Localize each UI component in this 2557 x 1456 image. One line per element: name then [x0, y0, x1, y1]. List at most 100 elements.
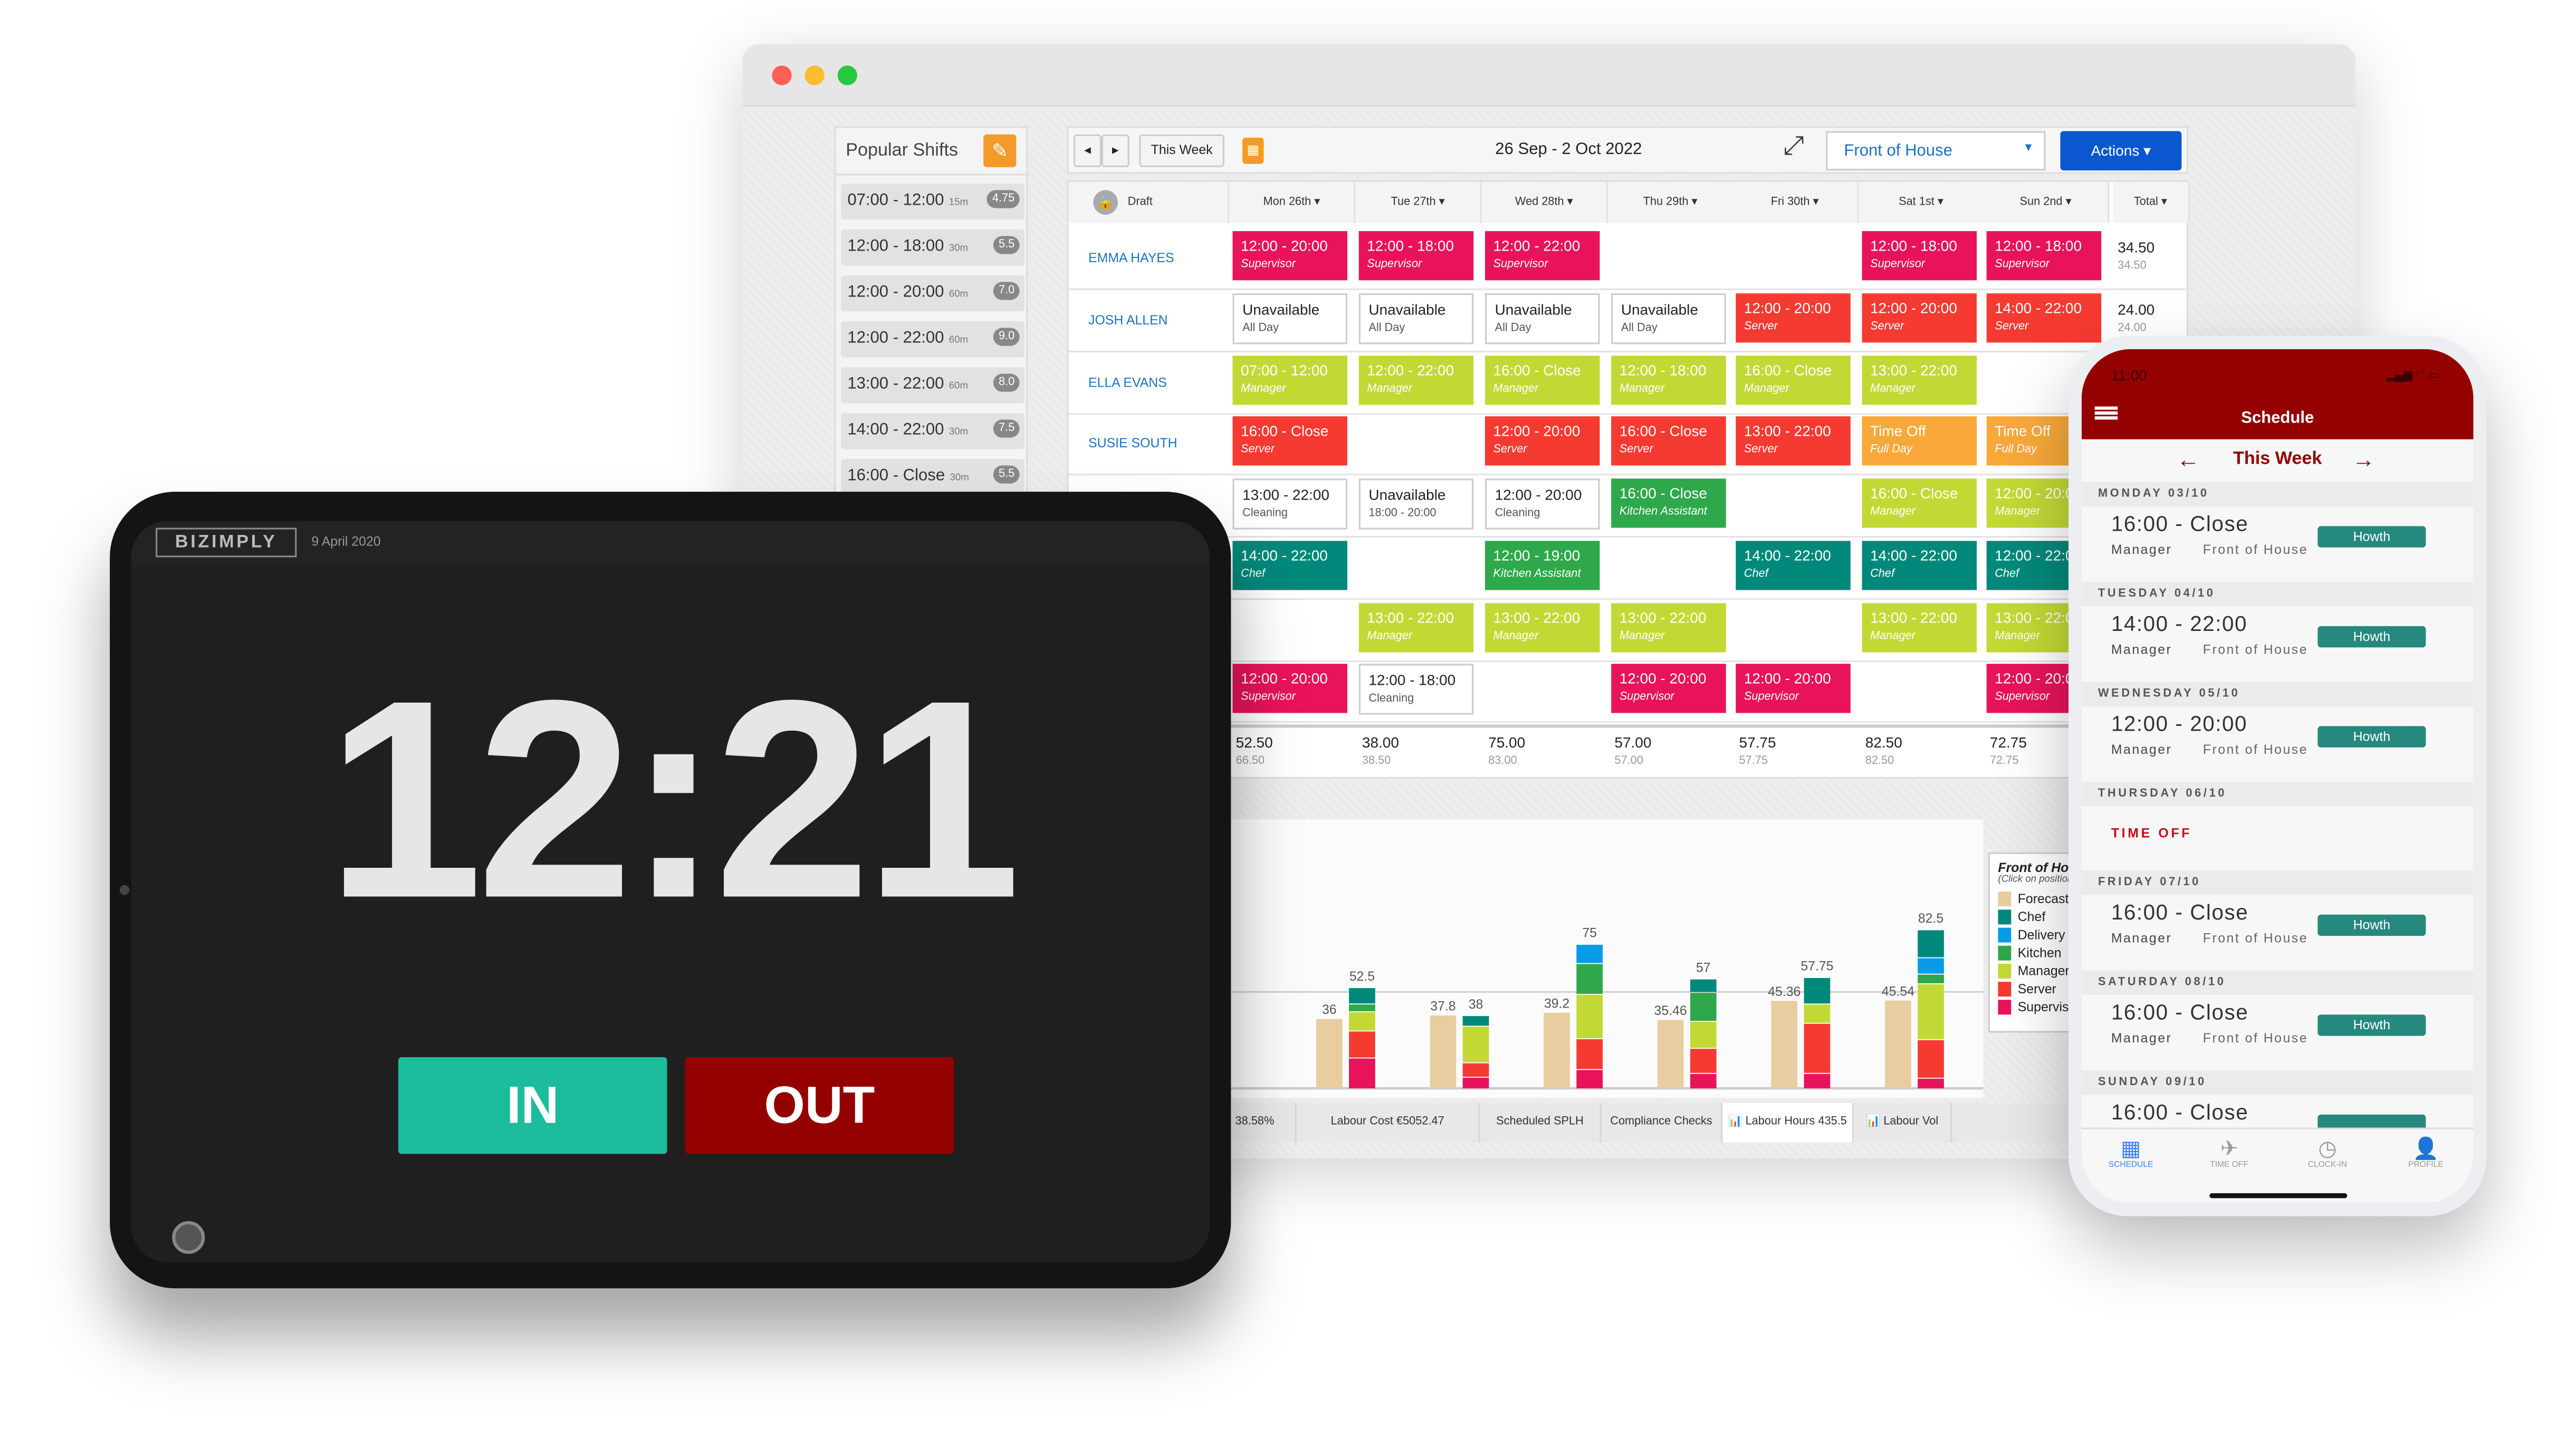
location-badge: Howth [2317, 526, 2426, 548]
metric-tab[interactable]: Scheduled SPLH [1480, 1103, 1602, 1143]
shift-cell[interactable]: 13:00 - 22:00 Manager [1611, 603, 1726, 653]
shift-cell[interactable]: 14:00 - 22:00 Server [1986, 293, 2102, 343]
popular-shift-item[interactable]: 12:00 - 18:00 30m 5.5 [840, 229, 1024, 266]
shift-cell[interactable]: 13:00 - 22:00 Manager [1862, 356, 1977, 405]
shift-cell[interactable]: 12:00 - 18:00 Cleaning [1358, 664, 1474, 715]
clock-out-button[interactable]: OUT [685, 1057, 954, 1154]
shift-cell[interactable]: Time Off Full Day [1862, 416, 1977, 466]
day-header[interactable]: Wed 28th ▾ [1481, 181, 1608, 223]
shift-cell[interactable]: 13:00 - 22:00 Server [1736, 416, 1851, 466]
arrow-left-icon[interactable]: ← [2177, 439, 2199, 479]
day-header[interactable]: Sun 2nd ▾ [1983, 181, 2110, 223]
day-header[interactable]: Sat 1st ▾ [1859, 181, 1985, 223]
tab-clock-in[interactable]: ◷ CLOCK-IN [2278, 1136, 2377, 1170]
shift-cell[interactable]: 12:00 - 18:00 Manager [1611, 356, 1726, 405]
shift-cell[interactable]: 12:00 - 20:00 Supervisor [1232, 231, 1347, 281]
shift-time[interactable]: 16:00 - Close [2111, 1000, 2248, 1024]
tab-label: PROFILE [2408, 1160, 2444, 1171]
shift-cell[interactable]: 07:00 - 12:00 Manager [1232, 356, 1347, 405]
day-total-hours: 52.50 [1236, 734, 1273, 751]
user-avatar-icon[interactable] [172, 1221, 205, 1254]
shift-time[interactable]: 14:00 - 22:00 [2111, 611, 2247, 636]
clock-in-button[interactable]: IN [398, 1057, 667, 1154]
day-header[interactable]: Fri 30th ▾ [1732, 181, 1859, 223]
expand-icon[interactable]: ⤢ [1783, 133, 1804, 162]
stacked-bar-segment-manager [1462, 1027, 1489, 1062]
metric-tab[interactable]: 📊 Labour Vol [1854, 1103, 1952, 1143]
shift-cell[interactable]: 12:00 - 20:00 Server [1485, 416, 1600, 466]
popular-shift-item[interactable]: 13:00 - 22:00 60m 8.0 [840, 367, 1024, 404]
shift-cell[interactable]: 16:00 - Close Kitchen Assistant [1611, 478, 1726, 528]
shift-time[interactable]: 12:00 - 20:00 [2111, 711, 2247, 736]
tab-time-off[interactable]: ✈ TIME OFF [2180, 1136, 2278, 1170]
shift-cell[interactable]: Unavailable All Day [1232, 293, 1347, 344]
shift-cell[interactable]: 12:00 - 20:00 Server [1862, 293, 1977, 343]
arrow-right-icon[interactable]: → [2352, 439, 2375, 479]
hours-badge: 7.5 [993, 419, 1020, 438]
shift-cell[interactable]: 12:00 - 20:00 Cleaning [1485, 478, 1600, 530]
popular-shift-item[interactable]: 12:00 - 22:00 60m 9.0 [840, 321, 1024, 358]
popular-shift-item[interactable]: 07:00 - 12:00 15m 4.75 [840, 183, 1024, 220]
day-header[interactable]: Tue 27th ▾ [1355, 181, 1482, 223]
shift-cell[interactable]: Unavailable All Day [1485, 293, 1600, 344]
hours-badge: 5.5 [993, 465, 1020, 484]
shift-cell[interactable]: 16:00 - Close Server [1611, 416, 1726, 466]
shift-cell[interactable]: 16:00 - Close Manager [1485, 356, 1600, 405]
shift-cell[interactable]: 16:00 - Close Manager [1736, 356, 1851, 405]
legend-swatch [1998, 1000, 2012, 1015]
shift-cell[interactable]: 12:00 - 18:00 Supervisor [1358, 231, 1474, 281]
shift-cell[interactable]: 12:00 - 18:00 Supervisor [1986, 231, 2102, 281]
location-dropdown[interactable]: Front of House ▼ [1826, 131, 2046, 171]
shift-cell[interactable]: 12:00 - 20:00 Supervisor [1611, 664, 1726, 713]
shift-cell[interactable]: Unavailable 18:00 - 20:00 [1358, 478, 1474, 530]
shift-cell[interactable]: 14:00 - 22:00 Chef [1736, 541, 1851, 590]
employee-name[interactable]: EMMA HAYES [1088, 251, 1174, 265]
tab-schedule[interactable]: ▦ SCHEDULE [2082, 1136, 2180, 1170]
employee-name[interactable]: JOSH ALLEN [1088, 313, 1168, 328]
shift-cell[interactable]: 12:00 - 22:00 Supervisor [1485, 231, 1600, 281]
shift-role: Server [1493, 444, 1527, 456]
shift-cell[interactable]: 13:00 - 22:00 Manager [1862, 603, 1977, 653]
shift-cell[interactable]: 13:00 - 22:00 Manager [1485, 603, 1600, 653]
day-header[interactable]: Mon 26th ▾ [1229, 181, 1356, 223]
shift-cell[interactable]: 14:00 - 22:00 Chef [1232, 541, 1347, 590]
minimize-window-button[interactable] [805, 65, 825, 85]
shift-cell[interactable]: 12:00 - 20:00 Supervisor [1232, 664, 1347, 713]
shift-cell[interactable]: 16:00 - Close Manager [1862, 478, 1977, 528]
stacked-bar-segment-supervisor [1576, 1070, 1603, 1089]
day-total-scheduled: 57.75 [1739, 755, 1768, 768]
metric-tab[interactable]: Labour Cost €5052.47 [1297, 1103, 1480, 1143]
shift-cell[interactable]: 13:00 - 22:00 Manager [1358, 603, 1474, 653]
metric-tab[interactable]: Compliance Checks [1602, 1103, 1723, 1143]
day-header[interactable]: Thu 29th ▾ [1607, 181, 1735, 223]
shift-cell[interactable]: 16:00 - Close Server [1232, 416, 1347, 466]
metric-tab[interactable]: 📊 Labour Hours 435.5 [1722, 1103, 1854, 1143]
shift-role: Manager [1367, 631, 1413, 643]
shift-cell[interactable]: 12:00 - 18:00 Supervisor [1862, 231, 1977, 281]
shift-time[interactable]: 16:00 - Close [2111, 1100, 2248, 1125]
tab-profile[interactable]: 👤 PROFILE [2377, 1136, 2473, 1170]
popular-shift-item[interactable]: 12:00 - 20:00 60m 7.0 [840, 275, 1024, 312]
pencil-icon[interactable]: ✎ [983, 134, 1017, 167]
maximize-window-button[interactable] [837, 65, 857, 85]
shift-cell[interactable]: Unavailable All Day [1611, 293, 1726, 344]
close-window-button[interactable] [772, 65, 792, 85]
shift-cell[interactable]: Unavailable All Day [1358, 293, 1474, 344]
shift-time[interactable]: 16:00 - Close [2111, 511, 2248, 536]
shift-cell[interactable]: 14:00 - 22:00 Chef [1862, 541, 1977, 590]
shift-time: 13:00 - 22:00 [1870, 362, 1957, 379]
shift-time[interactable]: 16:00 - Close [2111, 900, 2248, 925]
actions-button[interactable]: Actions ▾ [2060, 131, 2182, 171]
shift-cell[interactable]: 12:00 - 20:00 Supervisor [1736, 664, 1851, 713]
popular-shift-item[interactable]: 16:00 - Close 30m 5.5 [840, 458, 1024, 495]
shift-time: 12:00 - 19:00 [1493, 547, 1581, 564]
total-header[interactable]: Total ▾ [2112, 181, 2190, 223]
employee-name[interactable]: SUSIE SOUTH [1088, 436, 1177, 451]
shift-cell[interactable]: 12:00 - 20:00 Server [1736, 293, 1851, 343]
shift-cell[interactable]: 13:00 - 22:00 Cleaning [1232, 478, 1347, 530]
shift-cell[interactable]: 12:00 - 19:00 Kitchen Assistant [1485, 541, 1600, 590]
employee-name[interactable]: ELLA EVANS [1088, 376, 1167, 390]
stacked-bar-segment-chef [1918, 930, 1944, 957]
shift-cell[interactable]: 12:00 - 22:00 Manager [1358, 356, 1474, 405]
popular-shift-item[interactable]: 14:00 - 22:00 30m 7.5 [840, 413, 1024, 449]
